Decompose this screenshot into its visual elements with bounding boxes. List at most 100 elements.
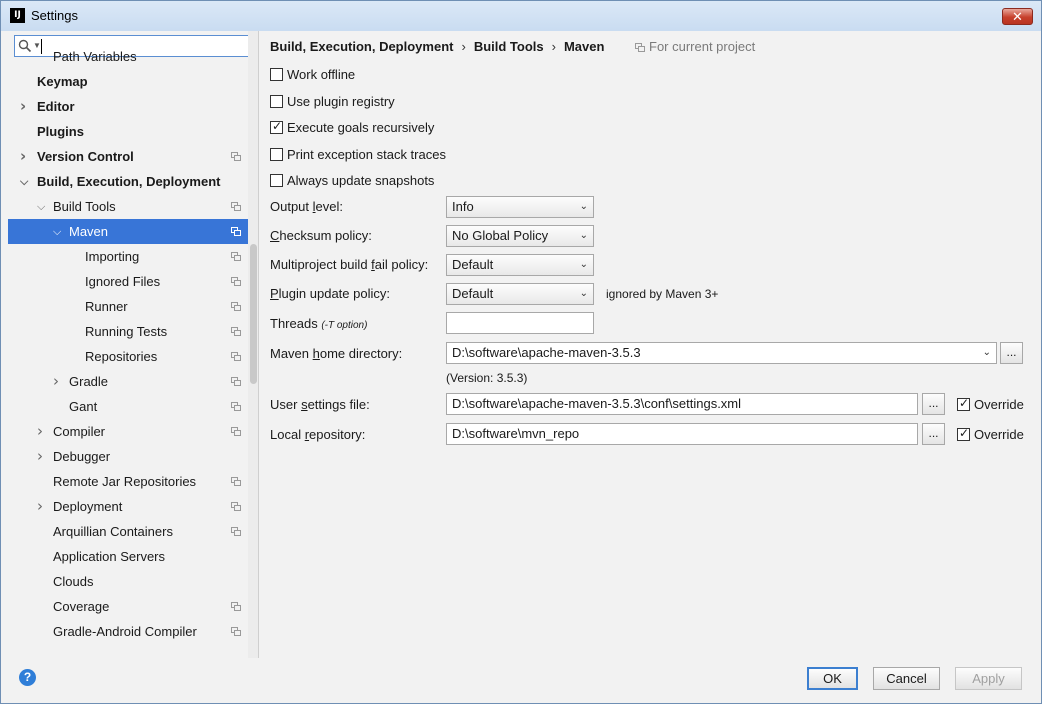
project-scope-icon [231, 152, 241, 161]
sidebar-item-deployment[interactable]: › Deployment [8, 494, 258, 519]
maven-settings-panel: Build, Execution, Deployment › Build Tools… [260, 31, 1040, 658]
sidebar-item-label: Deployment [53, 499, 123, 514]
chevron-right-icon[interactable]: › [20, 144, 30, 169]
checksum-policy-select[interactable]: No Global Policy ⌄ [446, 225, 594, 247]
checkbox-label: Print exception stack traces [287, 147, 446, 162]
sidebar-item-path-variables[interactable]: Path Variables [8, 44, 258, 69]
checkbox-label: Always update snapshots [287, 173, 435, 188]
project-scope-icon [231, 627, 241, 636]
chevron-right-icon[interactable]: › [20, 94, 30, 119]
cancel-button[interactable]: Cancel [873, 667, 940, 690]
checkbox-label: Use plugin registry [287, 94, 395, 109]
checkmark-icon: ✓ [272, 119, 283, 133]
sidebar-scrollbar[interactable] [248, 31, 258, 658]
sidebar-item-gant[interactable]: Gant [8, 394, 258, 419]
project-scope-icon [231, 527, 241, 536]
sidebar-item-label: Ignored Files [85, 274, 161, 289]
sidebar-item-runner[interactable]: Runner [8, 294, 258, 319]
project-scope-icon [231, 427, 241, 436]
ok-button[interactable]: OK [807, 667, 858, 690]
sidebar-item-running-tests[interactable]: Running Tests [8, 319, 258, 344]
project-scope-icon [231, 227, 241, 236]
checkbox[interactable] [270, 95, 283, 108]
plugin-update-policy-select[interactable]: Default ⌄ [446, 283, 594, 305]
sidebar-item-version-control[interactable]: › Version Control [8, 144, 258, 169]
checkbox[interactable]: ✓ [957, 396, 970, 411]
for-current-project-note: For current project [635, 39, 755, 54]
sidebar-item-label: Path Variables [53, 49, 137, 64]
sidebar-item-label: Maven [69, 224, 109, 239]
threads-input[interactable] [446, 312, 594, 334]
sidebar-item-build-tools[interactable]: ⌵ Build Tools [8, 194, 258, 219]
chevron-down-icon[interactable]: ⌵ [20, 169, 30, 194]
sidebar-item-label: Build, Execution, Deployment [37, 174, 221, 189]
close-button[interactable]: ✕ [1002, 8, 1033, 25]
sidebar-item-build-execution-deployment[interactable]: ⌵ Build, Execution, Deployment [8, 169, 258, 194]
sidebar-item-plugins[interactable]: Plugins [8, 119, 258, 144]
checkbox[interactable] [270, 148, 283, 161]
sidebar-item-application-servers[interactable]: Application Servers [8, 544, 258, 569]
sidebar-item-label: Gradle [69, 374, 109, 389]
sidebar-item-importing[interactable]: Importing [8, 244, 258, 269]
checkmark-icon: ✓ [959, 396, 970, 410]
help-icon[interactable]: ? [19, 669, 36, 686]
sidebar-item-label: Running Tests [85, 324, 168, 339]
intellij-icon: IJ [10, 8, 25, 23]
chevron-right-icon[interactable]: › [37, 444, 47, 469]
local-repository-input[interactable]: D:\software\mvn_repo [446, 423, 918, 445]
local-repository-browse-button[interactable]: ... [922, 423, 945, 445]
checksum-policy-value: No Global Policy [452, 228, 549, 243]
threads-label: Threads (-T option) [270, 316, 367, 331]
sidebar-item-remote-jar-repositories[interactable]: Remote Jar Repositories [8, 469, 258, 494]
sidebar-item-label: Gant [69, 399, 98, 414]
sidebar-item-editor[interactable]: › Editor [8, 94, 258, 119]
sidebar-item-compiler[interactable]: › Compiler [8, 419, 258, 444]
maven-home-value: D:\software\apache-maven-3.5.3 [452, 345, 641, 360]
sidebar-item-label: Coverage [53, 599, 110, 614]
maven-home-browse-button[interactable]: ... [1000, 342, 1023, 364]
project-scope-icon [231, 402, 241, 411]
maven-home-combo[interactable]: D:\software\apache-maven-3.5.3 ⌄ [446, 342, 997, 364]
fail-policy-select[interactable]: Default ⌄ [446, 254, 594, 276]
breadcrumb-item-maven: Maven [563, 39, 605, 54]
checksum-policy-label: Checksum policy: [270, 228, 372, 243]
chevron-down-icon: ⌄ [579, 230, 588, 241]
sidebar-item-maven[interactable]: ⌵ Maven [8, 219, 258, 244]
sidebar-item-label: Keymap [37, 74, 88, 89]
sidebar-item-label: Compiler [53, 424, 106, 439]
sidebar-item-keymap[interactable]: Keymap [8, 69, 258, 94]
sidebar-item-label: Importing [85, 249, 140, 264]
sidebar-item-clouds[interactable]: Clouds [8, 569, 258, 594]
breadcrumb-item-build-tools: Build Tools [473, 39, 544, 54]
scrollbar-thumb[interactable] [250, 244, 257, 384]
chevron-right-icon[interactable]: › [53, 369, 63, 394]
sidebar-item-label: Clouds [53, 574, 94, 589]
project-scope-icon [231, 302, 241, 311]
apply-button[interactable]: Apply [955, 667, 1022, 690]
sidebar-item-arquillian-containers[interactable]: Arquillian Containers [8, 519, 258, 544]
threads-hint: (-T option) [321, 320, 368, 331]
plugin-update-policy-value: Default [452, 286, 494, 301]
chevron-down-icon[interactable]: ⌵ [53, 219, 63, 244]
output-level-select[interactable]: Info ⌄ [446, 196, 594, 218]
chevron-down-icon: ⌄ [579, 288, 588, 299]
sidebar-item-gradle-android-compiler[interactable]: Gradle-Android Compiler [8, 619, 258, 644]
checkbox[interactable] [270, 68, 283, 81]
chevron-down-icon[interactable]: ⌵ [37, 194, 47, 219]
chevron-right-icon[interactable]: › [37, 419, 47, 444]
checkbox-label: Work offline [287, 67, 356, 82]
sidebar-item-gradle[interactable]: › Gradle [8, 369, 258, 394]
checkbox[interactable] [270, 174, 283, 187]
sidebar-item-ignored-files[interactable]: Ignored Files [8, 269, 258, 294]
sidebar-item-coverage[interactable]: Coverage [8, 594, 258, 619]
plugin-update-policy-label: Plugin update policy: [270, 286, 390, 301]
user-settings-input[interactable]: D:\software\apache-maven-3.5.3\conf\sett… [446, 393, 918, 415]
threads-label-text: Threads [270, 316, 318, 331]
sidebar-item-repositories[interactable]: Repositories [8, 344, 258, 369]
checkbox[interactable]: ✓ [957, 426, 970, 441]
user-settings-browse-button[interactable]: ... [922, 393, 945, 415]
checkbox[interactable]: ✓ [270, 119, 283, 134]
chevron-right-icon[interactable]: › [37, 494, 47, 519]
sidebar-item-debugger[interactable]: › Debugger [8, 444, 258, 469]
override-label: Override [974, 397, 1024, 412]
